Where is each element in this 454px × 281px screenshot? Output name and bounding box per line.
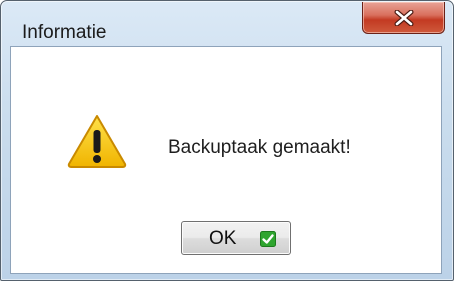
title-bar[interactable]: Informatie [1,1,453,45]
dialog-window: Informatie Backuptaak gemaakt! OK [0,0,454,281]
close-icon [394,10,414,26]
dialog-body: Backuptaak gemaakt! OK [10,46,442,274]
checkmark-icon [260,231,276,247]
dialog-message: Backuptaak gemaakt! [168,137,351,158]
warning-icon [67,115,127,168]
close-button[interactable] [362,2,445,34]
ok-button[interactable]: OK [181,221,291,255]
window-title: Informatie [22,22,107,43]
ok-button-label: OK [209,228,237,249]
